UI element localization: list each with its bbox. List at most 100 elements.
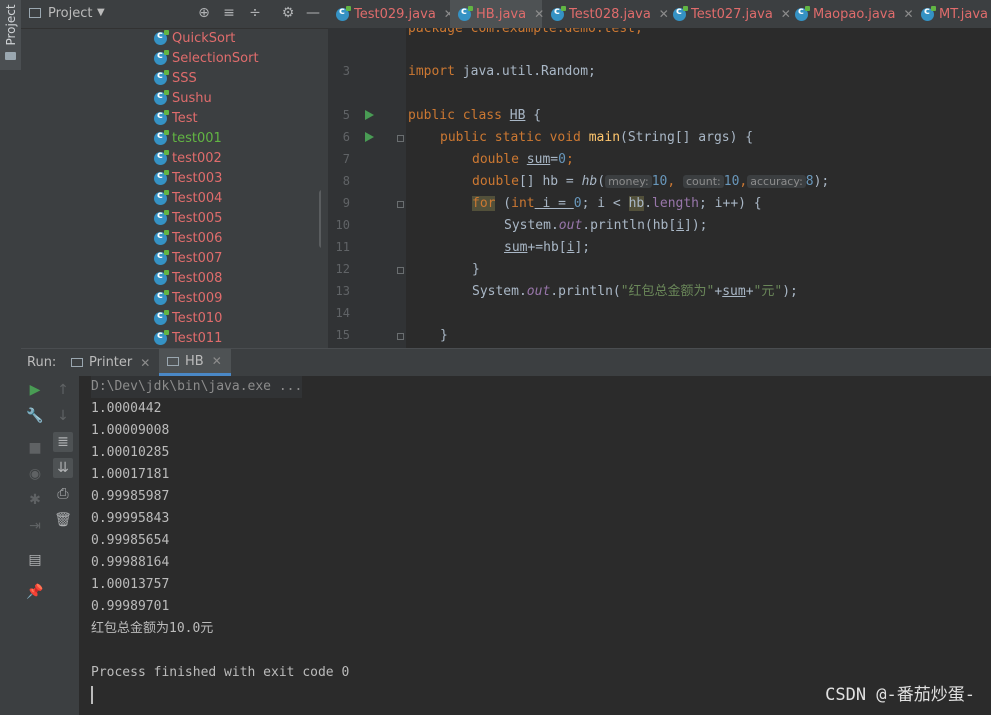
exit-icon[interactable]: ⇥ xyxy=(25,516,45,536)
tree-scrollbar[interactable] xyxy=(319,190,321,248)
tree-item-label: Test007 xyxy=(172,250,223,266)
console-icon xyxy=(167,356,179,366)
tree-item-label: Test xyxy=(172,110,198,126)
collapse-all-icon[interactable]: ÷ xyxy=(247,5,263,21)
chevron-down-icon[interactable]: ▼ xyxy=(97,7,105,18)
tree-item[interactable]: Test004 xyxy=(154,188,222,208)
code-text: , xyxy=(667,174,676,189)
arrow-down-icon[interactable]: ↓ xyxy=(53,406,73,426)
java-class-icon xyxy=(154,269,169,285)
run-panel-header: Run: Printer ✕ HB ✕ xyxy=(21,348,991,376)
trash-icon[interactable]: 🗑 xyxy=(53,510,73,530)
tree-item[interactable]: SSS xyxy=(154,68,197,88)
project-tool-window-tab[interactable]: Project xyxy=(0,0,21,70)
code-text: ]); xyxy=(684,218,708,233)
run-tab-printer[interactable]: Printer ✕ xyxy=(63,349,153,376)
debug-icon[interactable]: ✱ xyxy=(25,490,45,510)
java-class-icon xyxy=(154,49,169,65)
tree-item[interactable]: Sushu xyxy=(154,88,212,108)
run-main-icon[interactable] xyxy=(365,132,374,142)
gear-icon[interactable]: ⚙ xyxy=(280,5,296,21)
static-field: out xyxy=(526,284,551,299)
locate-icon[interactable]: ⊕ xyxy=(196,5,212,21)
keyword: import xyxy=(408,64,455,79)
code-text: ; i++) { xyxy=(699,196,762,211)
project-panel-header: Project ▼ ⊕ ≡ ÷ ⚙ — xyxy=(21,0,328,29)
pin-icon[interactable]: 📌 xyxy=(25,582,45,602)
tree-item[interactable]: Test003 xyxy=(154,168,222,188)
soft-wrap-icon[interactable]: ≣ xyxy=(53,432,73,452)
tab-mt[interactable]: MT.java xyxy=(913,0,991,28)
close-icon[interactable]: ✕ xyxy=(903,7,913,21)
tree-item[interactable]: Test005 xyxy=(154,208,222,228)
tree-item[interactable]: test002 xyxy=(154,148,222,168)
keyword: for xyxy=(472,196,496,211)
layout-icon[interactable]: ▤ xyxy=(25,550,45,570)
code-line-10: System.out.println(hb[i]); xyxy=(504,215,708,237)
project-view-selector[interactable]: Project xyxy=(48,6,92,21)
console-line: 1.0000442 xyxy=(91,401,162,416)
code-line-8: double[] hb = hb(money: 10, count: 10, accu… xyxy=(472,171,829,193)
run-tab-hb[interactable]: HB ✕ xyxy=(159,349,231,376)
code-line-7: double sum=0; xyxy=(472,149,574,171)
console-line: 红包总金额为10.0元 xyxy=(91,621,214,636)
tree-item-label: SSS xyxy=(172,70,197,86)
fold-icon[interactable] xyxy=(397,201,404,208)
code-text: System. xyxy=(504,218,559,233)
tree-item[interactable]: Test011 xyxy=(154,328,222,348)
camera-icon[interactable]: ◉ xyxy=(25,464,45,484)
tab-test029[interactable]: Test029.java✕ xyxy=(328,0,454,28)
run-tab-label: HB xyxy=(185,353,204,369)
line-number: 1 xyxy=(328,28,350,30)
tree-item[interactable]: SelectionSort xyxy=(154,48,259,68)
keyword: double xyxy=(472,174,519,189)
tree-item[interactable]: QuickSort xyxy=(154,28,235,48)
run-toolbar: ▶ 🔧 ■ ◉ ✱ ⇥ ▤ 📌 ↑ ↓ ≣ ⇊ ⎙ 🗑 xyxy=(21,376,79,715)
close-icon[interactable]: ✕ xyxy=(140,356,150,370)
scroll-to-end-icon[interactable]: ⇊ xyxy=(53,458,73,478)
code-line-11: sum+=hb[i]; xyxy=(504,237,590,259)
code-text: ( xyxy=(597,174,606,189)
tree-item[interactable]: Test009 xyxy=(154,288,222,308)
console-line: 0.99985654 xyxy=(91,533,170,548)
console-line: 1.00013757 xyxy=(91,577,170,592)
minimize-icon[interactable]: — xyxy=(305,5,321,21)
close-icon[interactable]: ✕ xyxy=(212,354,222,368)
fold-icon[interactable] xyxy=(397,333,404,340)
code-text: } xyxy=(440,328,448,343)
tab-test028[interactable]: Test028.java✕ xyxy=(543,0,669,28)
string-literal: "红包总金额为" xyxy=(620,284,715,299)
arrow-up-icon[interactable]: ↑ xyxy=(53,380,73,400)
tab-test027[interactable]: Test027.java✕ xyxy=(665,0,791,28)
tree-item[interactable]: Test010 xyxy=(154,308,222,328)
code-text: ( xyxy=(495,196,512,211)
console-line: 0.99989701 xyxy=(91,599,170,614)
tab-maopao[interactable]: Maopao.java ✕ xyxy=(787,0,914,28)
param-hint: money: xyxy=(605,175,652,188)
wrench-icon[interactable]: 🔧 xyxy=(25,406,45,426)
tree-item[interactable]: Test007 xyxy=(154,248,222,268)
tree-item[interactable]: test001 xyxy=(154,128,222,148)
tab-hb[interactable]: HB.java✕ xyxy=(450,0,544,28)
variable: sum xyxy=(504,240,528,255)
fold-icon[interactable] xyxy=(397,267,404,274)
tree-item[interactable]: Test008 xyxy=(154,268,222,288)
stop-icon[interactable]: ■ xyxy=(25,438,45,458)
java-class-icon xyxy=(673,5,688,21)
run-class-icon[interactable] xyxy=(365,110,374,120)
expand-all-icon[interactable]: ≡ xyxy=(221,5,237,21)
java-class-icon xyxy=(154,309,169,325)
java-class-icon xyxy=(154,189,169,205)
print-icon[interactable]: ⎙ xyxy=(53,484,73,504)
console-output[interactable]: D:\Dev\jdk\bin\java.exe ... 1.0000442 1.… xyxy=(79,376,991,715)
tab-label: Test027.java xyxy=(691,6,773,22)
code-editor[interactable]: 1 3 5 6 7 8 9 10 11 12 13 14 15 package … xyxy=(328,28,991,348)
code-text: (String[] args) { xyxy=(620,130,754,145)
tree-item[interactable]: Test006 xyxy=(154,228,222,248)
fold-icon[interactable] xyxy=(397,135,404,142)
code-line-12: } xyxy=(472,259,480,281)
tree-item[interactable]: Test xyxy=(154,108,198,128)
watermark: CSDN @-番茄炒蛋- xyxy=(825,685,975,705)
param-hint: accuracy: xyxy=(747,175,806,188)
rerun-icon[interactable]: ▶ xyxy=(25,380,45,400)
